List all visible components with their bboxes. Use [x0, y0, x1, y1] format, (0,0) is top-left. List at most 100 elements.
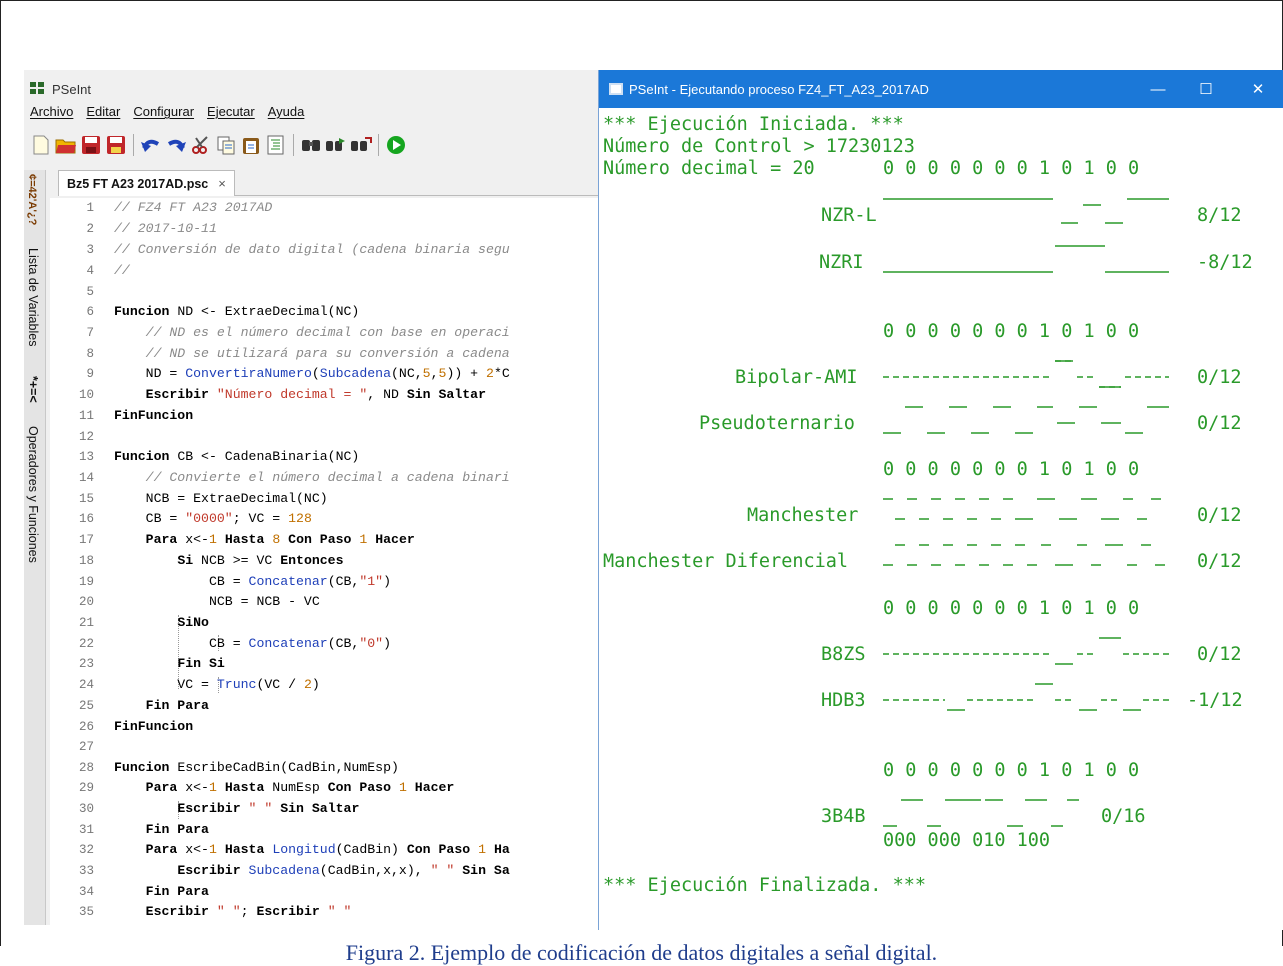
nzrl-label: NZR-L	[821, 205, 877, 226]
line-number: 26	[78, 720, 94, 734]
line-number: 12	[78, 430, 94, 444]
operators-panel-tab[interactable]: Operadores y Funciones	[26, 426, 40, 563]
cut-icon[interactable]	[190, 134, 212, 156]
code-line: CB = Concatenar(CB,"0")	[114, 636, 392, 651]
tab-label: Bz5 FT A23 2017AD.psc	[67, 176, 209, 191]
paste-icon[interactable]	[240, 134, 262, 156]
code-line: FinFuncion	[114, 719, 194, 734]
code-line: // ND se utilizará para su conversión a …	[145, 346, 510, 361]
find-next-icon[interactable]	[325, 134, 347, 156]
line-number: 11	[78, 409, 94, 423]
code-line: // FZ4 FT A23 2017AD	[114, 200, 273, 215]
code-line: CB = "0000"; VC = 128	[114, 511, 312, 526]
line-number: 20	[78, 595, 94, 609]
variables-panel-tab[interactable]: Lista de Variables	[26, 248, 40, 346]
run-icon[interactable]	[385, 134, 407, 156]
line-number: 22	[78, 637, 94, 651]
console-control-line: Número de Control > 17230123	[603, 136, 915, 157]
code-line: Para x<-1 Hasta 8 Con Paso 1 Hacer	[145, 532, 415, 547]
code-line: NCB = NCB - VC	[114, 594, 320, 609]
menu-ayuda[interactable]: Ayuda	[268, 104, 305, 119]
line-number: 14	[78, 471, 94, 485]
find-icon[interactable]	[300, 134, 322, 156]
replace-icon[interactable]	[350, 134, 372, 156]
code-line: Para x<-1 Hasta Longitud(CadBin) Con Pas…	[145, 842, 510, 857]
execution-console-window: PSeInt - Ejecutando proceso FZ4_FT_A23_2…	[598, 70, 1283, 930]
code-line: // Convierte el número decimal a cadena …	[145, 470, 510, 485]
b8zs-label: B8ZS	[821, 644, 866, 665]
3b4b-label: 3B4B	[821, 806, 866, 827]
bit-sequence: 0 0 0 0 0 0 0 1 0 1 0 0	[883, 459, 1140, 480]
code-line: // 2017-10-11	[114, 221, 217, 236]
code-line: Escribir " " Sin Saltar	[177, 801, 360, 816]
b8zs-score: 0/12	[1197, 644, 1242, 665]
figure-caption: Figura 2. Ejemplo de codificación de dat…	[345, 940, 938, 965]
maximize-button[interactable]: ☐	[1183, 70, 1229, 108]
pseudoternario-score: 0/12	[1197, 413, 1242, 434]
bit-sequence: 0 0 0 0 0 0 0 1 0 1 0 0	[883, 158, 1140, 179]
line-number: 19	[78, 575, 94, 589]
menu-archivo[interactable]: Archivo	[30, 104, 73, 119]
pseudoternario-signal	[883, 406, 1169, 434]
code-line: Fin Para	[145, 698, 209, 713]
line-number: 1	[86, 201, 94, 215]
pseint-app-icon	[30, 82, 46, 96]
save-icon[interactable]	[80, 134, 102, 156]
line-number: 24	[78, 678, 94, 692]
line-number: 8	[86, 347, 94, 361]
menu-ejecutar[interactable]: Ejecutar	[207, 104, 255, 119]
bit-sequence: 0 0 0 0 0 0 0 1 0 1 0 0	[883, 760, 1140, 781]
open-folder-icon[interactable]	[55, 134, 77, 156]
line-number: 31	[78, 823, 94, 837]
code-line: FinFuncion	[114, 408, 194, 423]
code-line: Escribir Subcadena(CadBin,x,x), " " Sin …	[177, 863, 510, 878]
copy-icon[interactable]	[215, 134, 237, 156]
save-as-icon[interactable]	[105, 134, 127, 156]
line-number: 6	[86, 305, 94, 319]
indent-icon[interactable]	[265, 134, 287, 156]
manchester-diferencial-label: Manchester Diferencial	[603, 551, 849, 572]
line-number: 33	[78, 864, 94, 878]
minimize-button[interactable]: —	[1135, 70, 1181, 108]
code-line: VC = Trunc(VC / 2)	[114, 677, 320, 692]
tab-file[interactable]: Bz5 FT A23 2017AD.psc ×	[58, 170, 235, 196]
tab-close-icon[interactable]: ×	[218, 176, 226, 191]
nzri-label: NZRI	[819, 252, 864, 273]
manchester-diferencial-score: 0/12	[1197, 551, 1242, 572]
code-line: // ND es el número decimal con base en o…	[145, 325, 510, 340]
3b4b-signal	[883, 799, 1079, 827]
code-line: CB = Concatenar(CB,"1")	[114, 574, 392, 589]
code-line: Fin Para	[145, 884, 209, 899]
ide-titlebar: PSeInt	[30, 80, 91, 98]
line-number: 15	[78, 492, 94, 506]
nzri-signal	[883, 245, 1169, 273]
pseudoternario-label: Pseudoternario	[699, 413, 855, 434]
menu-editar[interactable]: Editar	[86, 104, 120, 119]
code-line: Funcion EscribeCadBin(CadBin,NumEsp)	[114, 760, 399, 775]
redo-icon[interactable]	[165, 134, 187, 156]
menu-bar: Archivo Editar Configurar Ejecutar Ayuda	[30, 104, 304, 119]
line-number: 3	[86, 243, 94, 257]
new-file-icon[interactable]	[30, 134, 52, 156]
menu-configurar[interactable]: Configurar	[133, 104, 194, 119]
line-number: 18	[78, 554, 94, 568]
code-line: Para x<-1 Hasta NumEsp Con Paso 1 Hacer	[145, 780, 455, 795]
nzrl-score: 8/12	[1197, 205, 1242, 226]
ami-score: 0/12	[1197, 367, 1242, 388]
side-panel: ¢=42'A'¿? Lista de Variables *+=< Operad…	[24, 170, 46, 925]
nzrl-signal	[883, 198, 1169, 224]
line-number: 32	[78, 843, 94, 857]
b8zs-signal	[883, 637, 1169, 665]
code-line: Si NCB >= VC Entonces	[177, 553, 344, 568]
undo-icon[interactable]	[140, 134, 162, 156]
ami-signal	[883, 360, 1169, 388]
code-editor[interactable]: 1 2 3 4 5 6 7 8 9 10 11 12 13 14 15 16 17 18 19 20 21 22 23 24 2…	[50, 198, 604, 925]
code-line: Escribir " "; Escribir " "	[145, 904, 352, 919]
manchester-signal	[883, 498, 1161, 520]
line-number: 4	[86, 264, 94, 278]
console-title: PSeInt - Ejecutando proceso FZ4_FT_A23_2…	[629, 81, 929, 97]
bit-sequence: 0 0 0 0 0 0 0 1 0 1 0 0	[883, 598, 1140, 619]
line-number: 16	[78, 512, 94, 526]
code-line: NCB = ExtraeDecimal(NC)	[114, 491, 328, 506]
close-button[interactable]: ✕	[1235, 70, 1281, 108]
